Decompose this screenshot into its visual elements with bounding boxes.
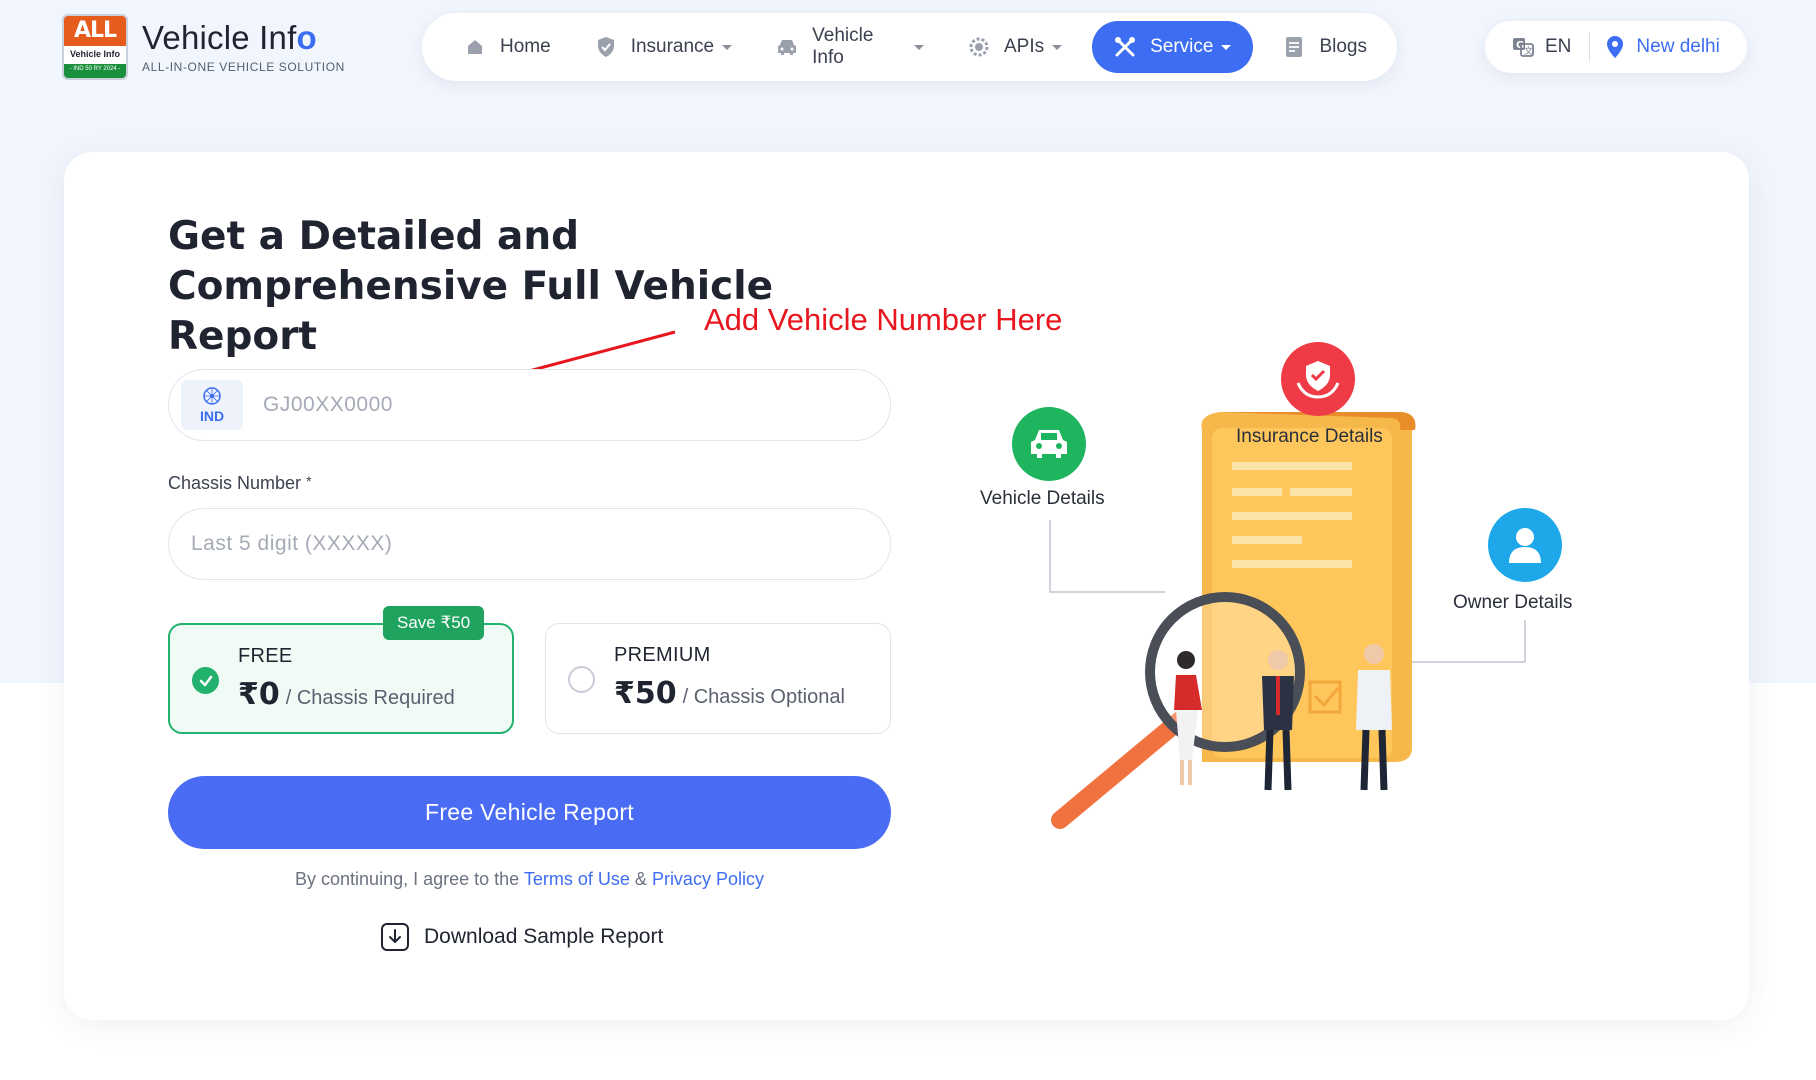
download-icon (381, 923, 409, 951)
nav-item-apis[interactable]: APIs (954, 21, 1076, 73)
terms-link[interactable]: Terms of Use (524, 869, 630, 889)
nav-item-label: Service (1150, 36, 1214, 57)
nav-item-vehicle-info[interactable]: Vehicle Info (762, 21, 938, 73)
chevron-down-icon (913, 44, 924, 50)
user-icon (1509, 528, 1541, 563)
privacy-link[interactable]: Privacy Policy (652, 869, 764, 889)
city-selector[interactable]: New delhi (1606, 35, 1720, 59)
logo-badge-bottom: - IND 50 RY 2024 - (64, 64, 126, 78)
logo-title: Vehicle Info (142, 20, 345, 56)
owner-details-label: Owner Details (1453, 592, 1573, 613)
chevron-down-icon (1052, 44, 1063, 50)
logo-title-main: Vehicle Inf (142, 19, 297, 56)
location-pin-icon (1606, 35, 1624, 59)
chip-icon (968, 36, 990, 58)
nav-item-label: APIs (1003, 36, 1045, 57)
insurance-hands-icon (1296, 361, 1340, 399)
plan-price-row: ₹0 / Chassis Required (238, 677, 455, 712)
radio-unselected[interactable] (568, 666, 595, 693)
locale-divider (1589, 32, 1591, 62)
logo-text: Vehicle Info ALL-IN-ONE VEHICLE SOLUTION (142, 20, 345, 75)
svg-text:文: 文 (1524, 45, 1533, 57)
chassis-label: Chassis Number * (168, 473, 312, 494)
logo-badge-mid: Vehicle Info (64, 46, 126, 65)
radio-selected[interactable] (192, 667, 219, 694)
nav-item-label: Insurance (630, 36, 715, 57)
country-badge: IND (181, 380, 243, 430)
logo-title-accent: o (296, 19, 317, 56)
nav-item-blogs[interactable]: Blogs (1269, 21, 1381, 73)
nav-item-label: Home (500, 36, 551, 57)
car-icon (776, 36, 798, 58)
language-label: EN (1545, 36, 1572, 57)
language-selector[interactable]: G文 EN (1511, 35, 1571, 59)
vehicle-details-label: Vehicle Details (980, 488, 1105, 509)
plan-price: ₹50 (614, 676, 677, 711)
chassis-number-input[interactable] (191, 532, 851, 556)
vehicle-details-badge (1012, 407, 1086, 481)
owner-details-badge (1488, 508, 1562, 582)
car-icon (1031, 430, 1067, 458)
consent-and: & (634, 869, 647, 889)
save-badge: Save ₹50 (383, 606, 485, 640)
home-icon (464, 36, 486, 58)
chassis-number-field[interactable] (168, 508, 891, 580)
insurance-details-label: Insurance Details (1236, 426, 1383, 447)
chevron-down-icon (1221, 44, 1232, 50)
report-illustration: Vehicle Details Insurance Details Owner … (940, 330, 1660, 850)
country-code: IND (199, 408, 225, 424)
insurance-details-badge (1281, 342, 1355, 416)
plan-price-row: ₹50 / Chassis Optional (614, 676, 845, 711)
nav-item-label: Blogs (1319, 36, 1367, 57)
document-icon (1283, 36, 1305, 58)
check-icon (199, 675, 212, 686)
city-label: New delhi (1636, 36, 1720, 57)
nav-item-insurance[interactable]: Insurance (581, 21, 746, 73)
plan-price: ₹0 (238, 677, 280, 712)
chevron-down-icon (722, 44, 733, 50)
nav-item-label: Vehicle Info (812, 25, 874, 68)
brand-logo[interactable]: ALL Vehicle Info - IND 50 RY 2024 - Vehi… (62, 14, 345, 80)
logo-badge: ALL Vehicle Info - IND 50 RY 2024 - (62, 14, 128, 80)
shield-icon (595, 36, 617, 58)
ashoka-chakra-icon (202, 386, 222, 406)
download-sample-report-link[interactable]: Download Sample Report (380, 922, 663, 952)
plan-name: FREE (238, 645, 293, 667)
plan-premium-option[interactable]: PREMIUM ₹50 / Chassis Optional (545, 623, 891, 734)
plan-name: PREMIUM (614, 644, 711, 666)
consent-text: By continuing, I agree to the Terms of U… (168, 869, 891, 890)
vehicle-number-field[interactable]: IND (168, 369, 891, 441)
tools-icon (1114, 36, 1136, 58)
nav-item-service[interactable]: Service (1092, 21, 1254, 73)
consent-prefix: By continuing, I agree to the (295, 869, 520, 889)
translate-icon: G文 (1511, 35, 1535, 59)
logo-tagline: ALL-IN-ONE VEHICLE SOLUTION (142, 60, 345, 74)
download-label: Download Sample Report (424, 925, 664, 948)
vehicle-number-input[interactable] (263, 393, 823, 417)
logo-badge-top: ALL (64, 16, 126, 46)
plan-note: / Chassis Required (285, 687, 455, 709)
nav-item-home[interactable]: Home (450, 21, 565, 73)
required-mark: * (306, 473, 312, 489)
main-nav: Home Insurance Vehicle Info APIs Service… (422, 13, 1397, 81)
chassis-label-text: Chassis Number (168, 473, 302, 493)
plan-note: / Chassis Optional (682, 686, 845, 708)
locale-switcher: G文 EN New delhi (1485, 21, 1747, 73)
free-vehicle-report-button[interactable]: Free Vehicle Report (168, 776, 891, 849)
